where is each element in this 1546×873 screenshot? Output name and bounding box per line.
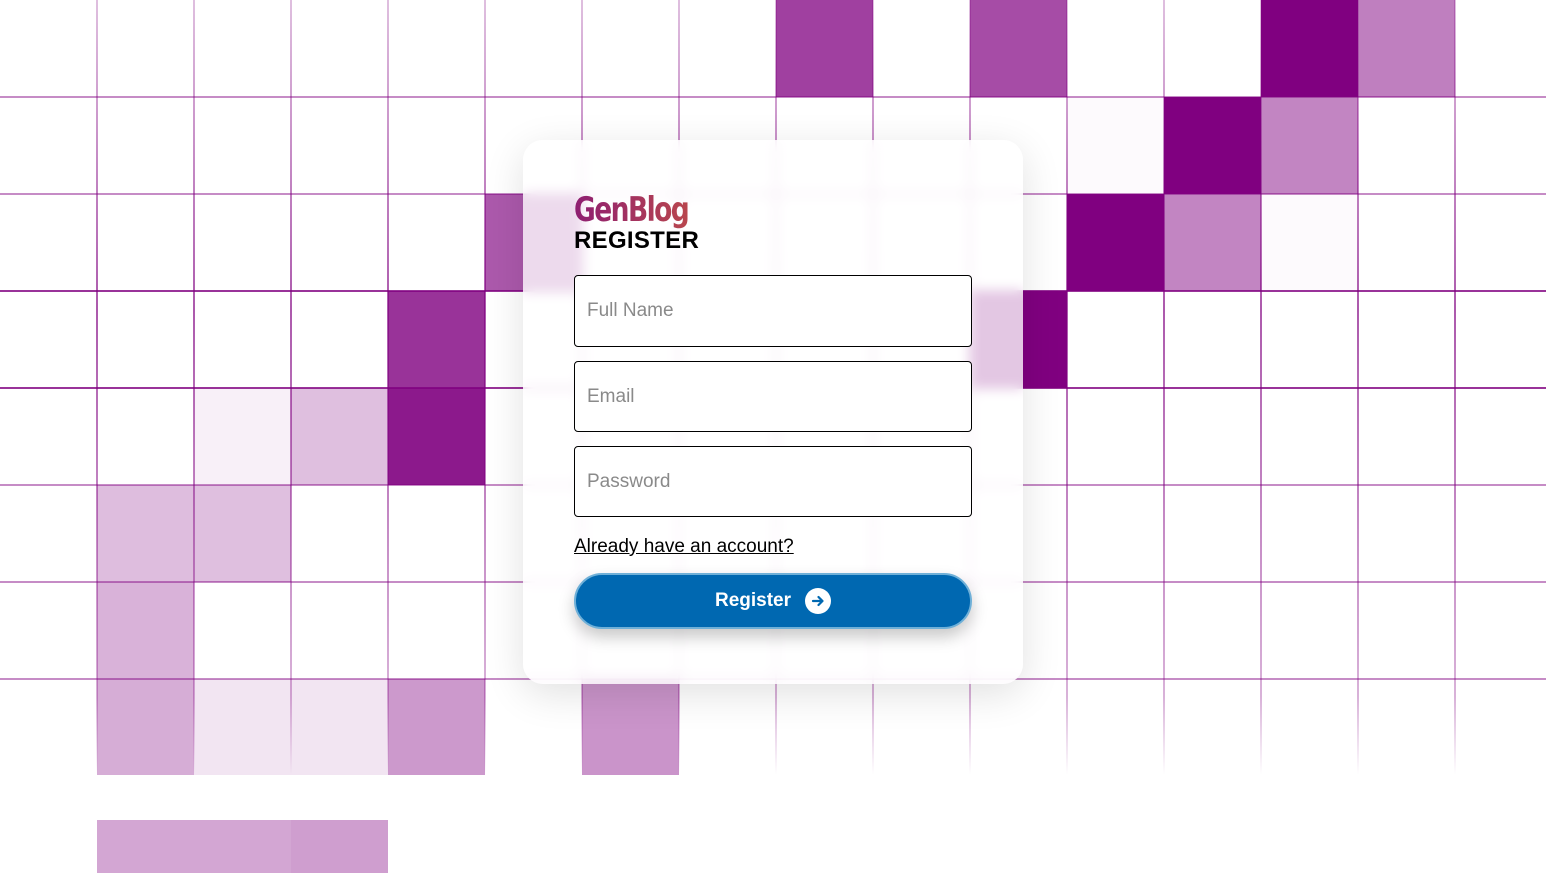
grid-line — [0, 96, 1546, 98]
register-card: GenBlog REGISTER Already have an account… — [523, 140, 1023, 684]
grid-tile — [97, 679, 194, 776]
grid-tile — [1261, 0, 1358, 97]
genblog-logo[interactable]: GenBlog — [574, 190, 884, 230]
register-button[interactable]: Register — [574, 573, 972, 629]
grid-tile — [97, 485, 194, 582]
grid-tile — [1067, 97, 1164, 194]
arrow-right-circle-icon — [805, 588, 832, 614]
password-input[interactable] — [574, 446, 972, 517]
register-button-label: Register — [714, 590, 792, 611]
page-title: REGISTER — [574, 227, 700, 254]
grid-tile — [194, 679, 291, 776]
grid-tile — [1261, 194, 1358, 291]
grid-tile — [1164, 97, 1261, 194]
grid-tile — [1164, 194, 1261, 291]
full-name-input[interactable] — [574, 275, 972, 347]
grid-tile — [1067, 194, 1164, 291]
email-input[interactable] — [574, 361, 972, 432]
grid-tile — [388, 679, 485, 776]
grid-tile — [388, 388, 485, 485]
grid-tile — [291, 388, 388, 485]
grid-tile — [388, 291, 485, 388]
grid-tile — [1261, 97, 1358, 194]
grid-tile — [194, 485, 291, 582]
grid-tile — [291, 679, 388, 776]
grid-tile — [970, 0, 1067, 97]
grid-tile — [194, 388, 291, 485]
grid-bottom-fade — [0, 775, 1546, 820]
grid-tile — [776, 0, 873, 97]
grid-tile — [582, 679, 679, 776]
grid-tile — [1358, 0, 1455, 97]
login-link[interactable]: Already have an account? — [574, 536, 794, 558]
grid-tile — [97, 582, 194, 679]
